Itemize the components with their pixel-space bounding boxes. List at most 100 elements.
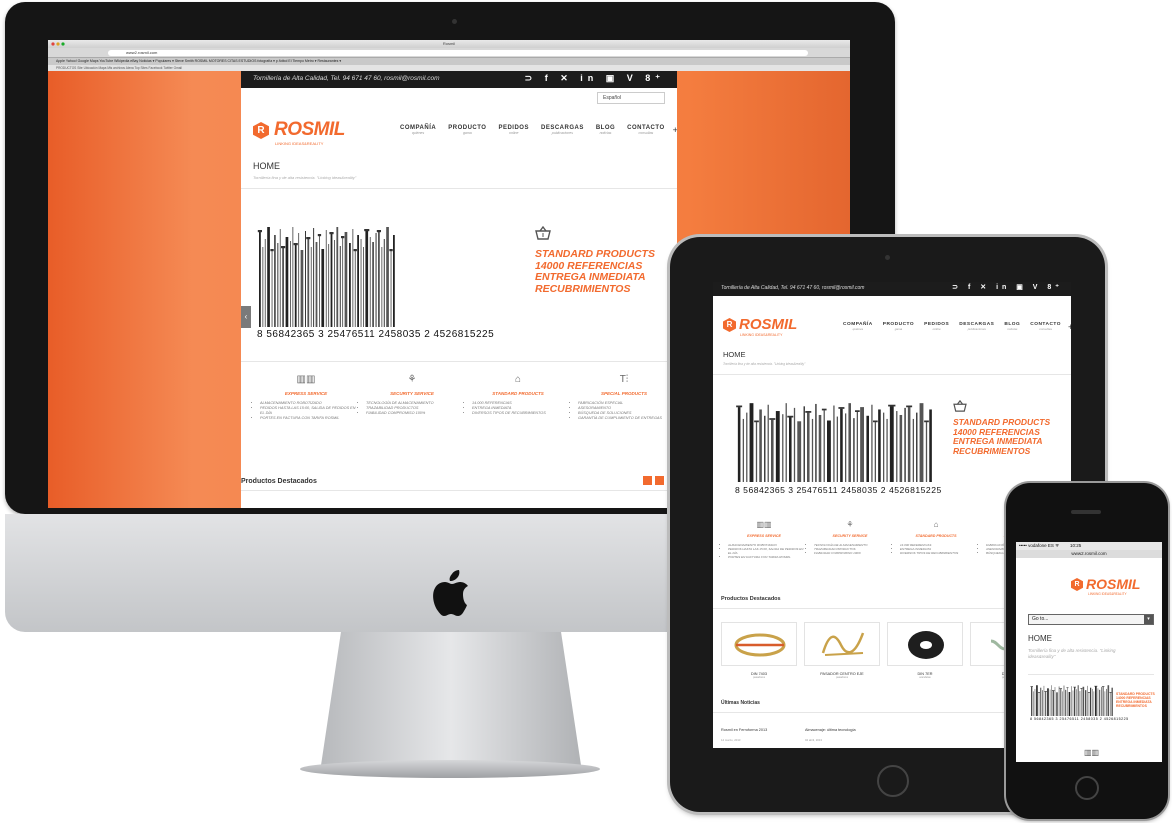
menu-item-contacto[interactable]: CONTACTO consultas [1025, 322, 1066, 332]
barcode-screws-image [736, 403, 932, 482]
screw-bar [1074, 687, 1076, 716]
screw-head [1051, 690, 1055, 691]
menu-sublabel: publicaciones [551, 131, 574, 135]
address-bar[interactable]: www2.rosmil.com [1016, 550, 1162, 558]
screw-head [736, 405, 743, 408]
screw-bar [840, 408, 843, 482]
menu-item-compania[interactable]: COMPAÑÍA quiénes [394, 125, 442, 149]
divider [713, 374, 1071, 375]
mobile-nav-select[interactable]: Go to... ▾ [1028, 614, 1154, 625]
screw-bar [375, 233, 377, 327]
screw-bar [889, 406, 894, 482]
slider-prev-button[interactable]: ‹ [241, 306, 251, 328]
clip-pin-icon [734, 633, 786, 657]
main-menu: COMPAÑÍA quiénes PRODUCTO gama PEDIDOS onli… [394, 125, 677, 149]
service-title[interactable]: SECURITY SERVICE [809, 534, 891, 538]
screw-bar [742, 418, 744, 482]
product-card[interactable]: DIN 7403 pasadores [721, 622, 797, 679]
menu-item-pedidos[interactable]: PEDIDOS online [492, 125, 535, 149]
screw-bar [330, 234, 333, 327]
social-icons[interactable]: ⊃ f ✕ in ▣ V 8⁺ [525, 73, 665, 84]
social-icons[interactable]: ⊃ f ✕ in ▣ V 8⁺ [952, 283, 1063, 291]
logo-mark: R [253, 122, 269, 139]
menu-more-button[interactable]: + [1066, 322, 1071, 332]
carrier: ••••• vodafone ES ᯤ [1019, 543, 1060, 548]
menu-item-blog[interactable]: BLOG noticias [590, 125, 621, 149]
camera [885, 255, 890, 260]
menu-item-contacto[interactable]: CONTACTO consultas [621, 125, 670, 149]
website: Tornillería de Alta Calidad, Tel. 94 671… [241, 71, 677, 508]
ipad-home-button[interactable] [877, 765, 909, 797]
logo[interactable]: R ROSMIL LINKING IDEAS&REALITY [253, 119, 353, 149]
screw-bar [307, 239, 310, 327]
service-title[interactable]: SECURITY SERVICE [361, 391, 463, 396]
address-bar[interactable]: www2.rosmil.com [108, 50, 808, 56]
screw-bar [793, 407, 796, 482]
news-item-title[interactable]: Almacenaje: última tecnología [805, 728, 856, 732]
basket-icon: ⌂ [933, 520, 939, 529]
screw-bar [785, 403, 787, 482]
service-title[interactable]: STANDARD PRODUCTS [895, 534, 977, 538]
menu-item-descargas[interactable]: DESCARGAS publicaciones [535, 125, 590, 149]
language-select[interactable]: Español [597, 92, 665, 104]
screw-head [873, 420, 878, 423]
screw-bar [866, 415, 869, 482]
screw-bar [342, 238, 344, 327]
screw-bar [352, 229, 354, 327]
screw-bar [818, 414, 822, 482]
featured-title: Productos Destacados [241, 478, 317, 485]
menu-item-producto[interactable]: PRODUCTO gama [878, 322, 919, 332]
screw-bar [737, 407, 741, 482]
screw-bar [856, 411, 858, 482]
service-security: ⚘ SECURITY SERVICE TECNOLOGÍA DE ALMACEN… [809, 520, 891, 559]
screw-bar [899, 414, 903, 482]
screw-bar [298, 233, 300, 327]
screw-bar [262, 247, 264, 327]
screw-bar [279, 229, 281, 327]
basket-icon [535, 226, 551, 240]
screw-bar [1102, 686, 1104, 716]
screw-bar [912, 418, 914, 482]
screw-bar [1068, 692, 1071, 716]
menu-item-producto[interactable]: PRODUCTO gama [442, 125, 492, 149]
logo-mark: R [1071, 578, 1083, 591]
basket-icon [953, 400, 967, 412]
screw-bar [1051, 685, 1052, 716]
menu-item-pedidos[interactable]: PEDIDOS online [919, 322, 954, 332]
service-title[interactable]: SPECIAL PRODUCTS [573, 391, 675, 396]
screw-bar [292, 227, 294, 327]
screw-bar [369, 237, 371, 327]
bookmarks-bar[interactable]: Apple Yahoo! Google Maps YouTube Wikiped… [48, 58, 850, 65]
screw-bar [1087, 685, 1088, 716]
service-title[interactable]: STANDARD PRODUCTS [467, 391, 569, 396]
screw-head [281, 246, 286, 249]
iphone-home-button[interactable] [1075, 776, 1099, 800]
menu-item-blog[interactable]: BLOG noticias [999, 322, 1025, 332]
screw-bar [1110, 692, 1111, 716]
promo-line: STANDARD PRODUCTS [535, 248, 655, 260]
news-item-title[interactable]: Rosmil en Ferroforma 2013 [721, 728, 767, 732]
service-title[interactable]: EXPRESS SERVICE [723, 534, 805, 538]
product-card[interactable]: DIN 7ER arandelas [887, 622, 963, 679]
menu-item-descargas[interactable]: DESCARGAS publicaciones [954, 322, 999, 332]
carousel-next-button[interactable] [655, 476, 664, 485]
menu-more-button[interactable]: + [671, 125, 677, 149]
screw-bar [1095, 686, 1097, 716]
screw-bar [290, 241, 291, 327]
screw-bar [1101, 687, 1102, 716]
service-item: PORTES EN FACTURA CON TARIFA ROSMIL [260, 416, 357, 421]
service-title[interactable]: EXPRESS SERVICE [255, 391, 357, 396]
service-item: FIABILIDAD COMPROMISO 100% [814, 551, 891, 555]
menu-sublabel: online [509, 131, 519, 135]
carousel-prev-button[interactable] [643, 476, 652, 485]
barcode-number: 8 56842365 3 25476511 2458035 2 45268152… [735, 485, 942, 495]
menu-sublabel: quiénes [411, 131, 425, 135]
screw-head [1101, 686, 1105, 687]
screw-bar [1093, 691, 1095, 716]
screw-bar [1049, 689, 1051, 716]
screw-bar [1065, 689, 1067, 716]
main-menu: COMPAÑÍA quiénes PRODUCTO gama PEDIDOS onli… [838, 322, 1071, 332]
screw-bar [904, 407, 906, 482]
product-card[interactable]: PASADOR CENTRO EJE pasadores [804, 622, 880, 679]
menu-item-compania[interactable]: COMPAÑÍA quiénes [838, 322, 878, 332]
